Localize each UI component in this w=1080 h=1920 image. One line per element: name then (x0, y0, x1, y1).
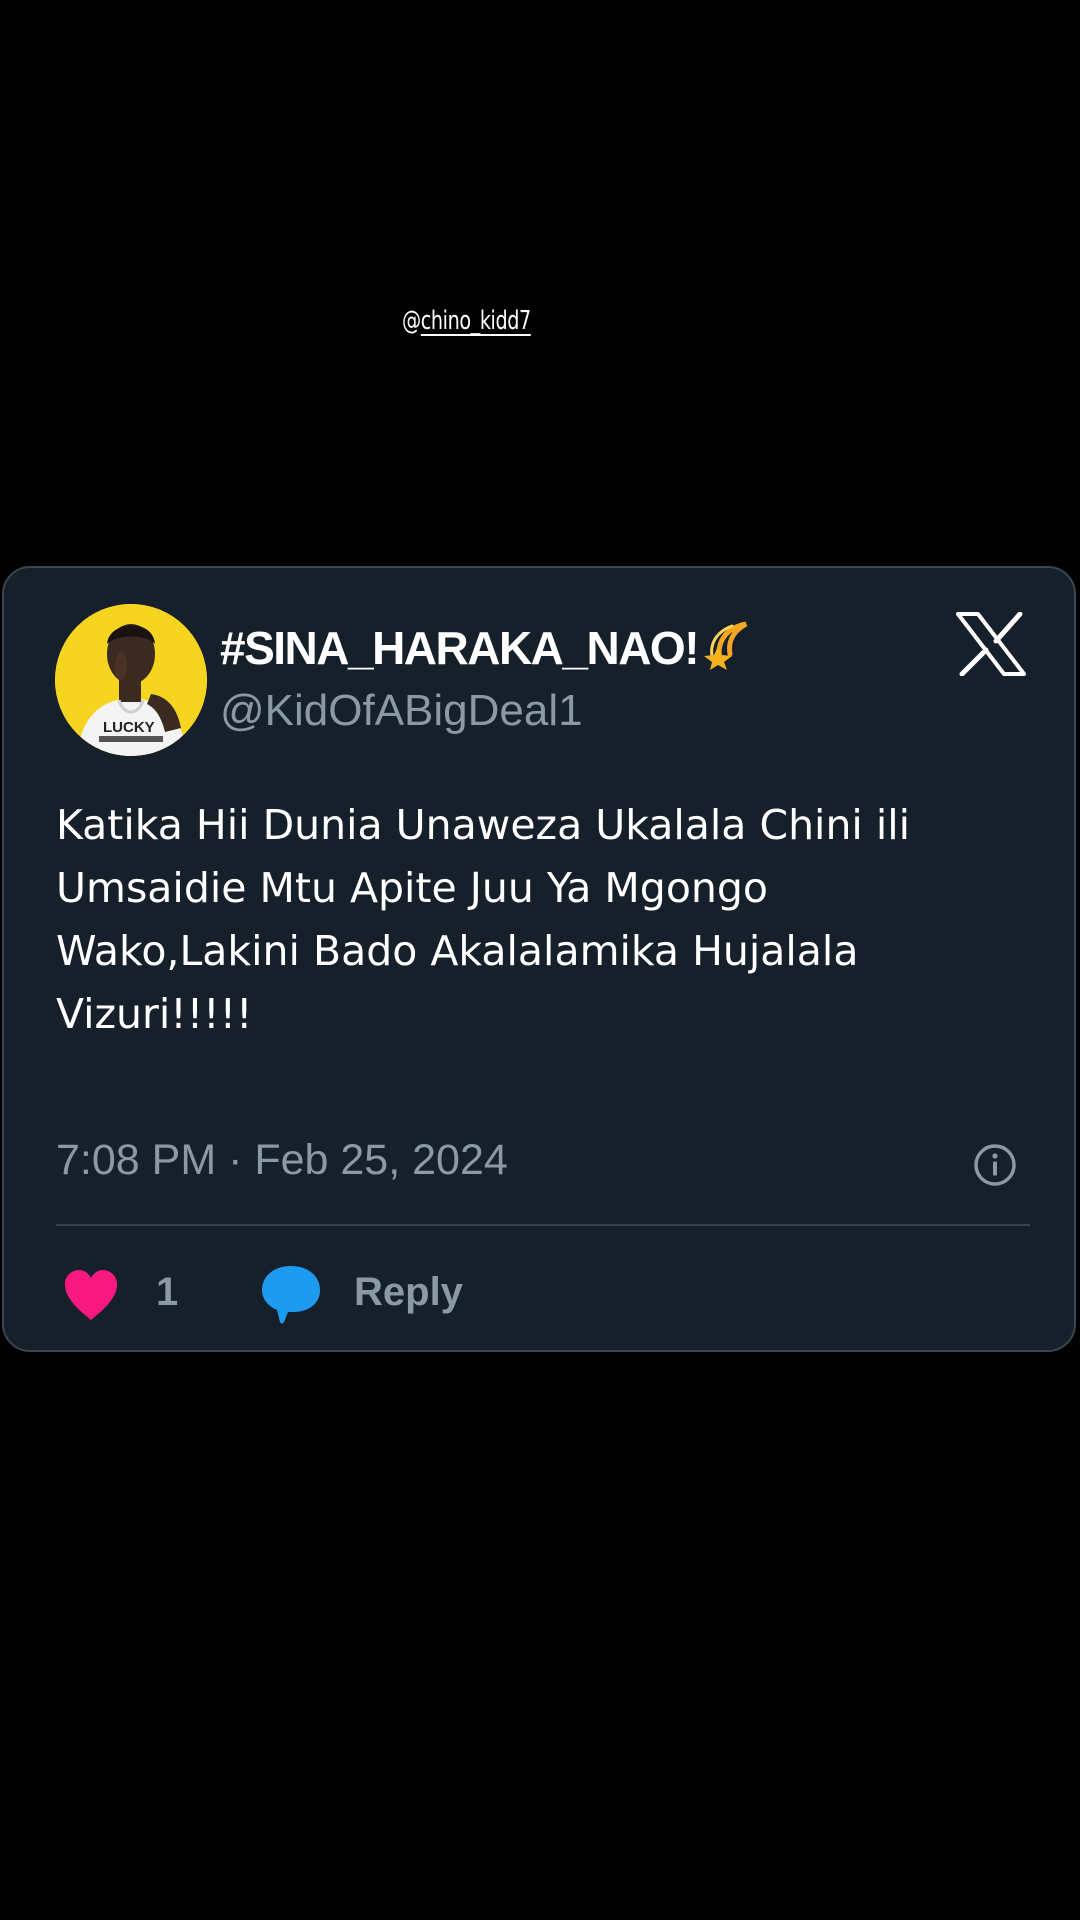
heart-icon[interactable] (62, 1268, 120, 1322)
username[interactable]: @KidOfABigDeal1 (220, 686, 583, 736)
divider (56, 1224, 1030, 1226)
avatar-shirt-text: LUCKY (103, 719, 155, 736)
avatar[interactable]: LUCKY (55, 604, 207, 756)
like-count: 1 (156, 1270, 179, 1314)
display-name[interactable]: #SINA_HARAKA_NAO! (220, 620, 756, 675)
reply-button[interactable]: Reply (354, 1270, 463, 1315)
speech-bubble-icon[interactable] (260, 1262, 322, 1324)
display-name-text: #SINA_HARAKA_NAO! (220, 622, 700, 674)
watermark-at: @ (402, 306, 421, 336)
shooting-star-icon (704, 621, 748, 670)
x-logo-icon[interactable] (956, 612, 1026, 676)
tweet-card: LUCKY #SINA_HARAKA_NAO! @KidOfABigDeal1 … (2, 566, 1076, 1352)
info-icon[interactable] (972, 1142, 1018, 1188)
timestamp[interactable]: 7:08 PM · Feb 25, 2024 (56, 1136, 508, 1185)
tweet-text: Katika Hii Dunia Unaweza Ukalala Chini i… (56, 801, 911, 1038)
screen: @chino_kidd7 LUCKY #SINA_HARAKA_NAO! @Ki… (0, 0, 1080, 1920)
watermark: @chino_kidd7 (402, 306, 531, 336)
avatar-image: LUCKY (55, 604, 207, 756)
watermark-handle: chino_kidd7 (420, 306, 531, 336)
